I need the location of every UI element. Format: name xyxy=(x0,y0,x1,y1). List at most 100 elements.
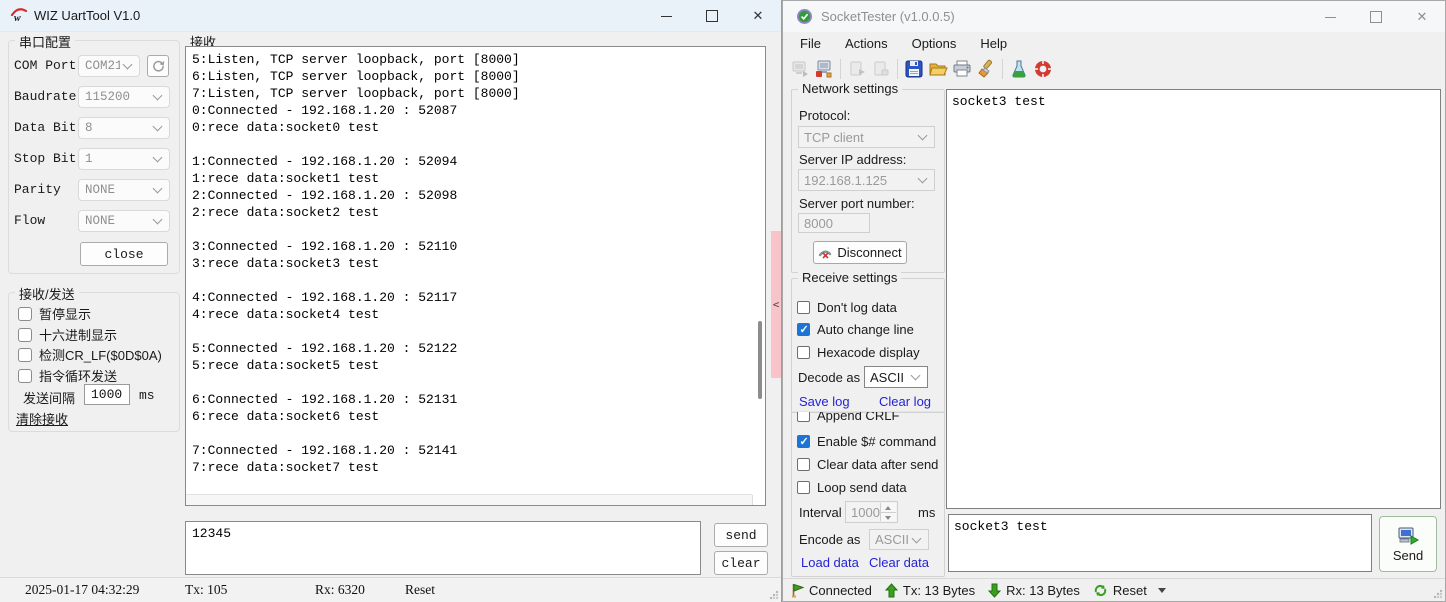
spin-up-icon[interactable] xyxy=(881,503,896,513)
loop-send-checkbox[interactable]: 指令循环发送 xyxy=(18,366,117,385)
horizontal-scrollbar[interactable] xyxy=(186,494,752,505)
close-button[interactable]: ✕ xyxy=(735,0,781,31)
refresh-ports-button[interactable] xyxy=(147,55,169,77)
resize-grip[interactable] xyxy=(769,590,779,600)
hexacode-display-checkbox[interactable]: Hexacode display xyxy=(797,345,920,360)
menu-options[interactable]: Options xyxy=(903,34,966,53)
minimize-button[interactable] xyxy=(643,0,689,31)
pause-display-checkbox[interactable]: 暂停显示 xyxy=(18,304,91,323)
close-port-button[interactable]: close xyxy=(80,242,168,266)
clear-button[interactable]: clear xyxy=(714,551,768,575)
checkbox-icon[interactable] xyxy=(18,307,32,321)
checkbox-label: Loop send data xyxy=(817,480,907,495)
right-titlebar[interactable]: SocketTester (v1.0.0.5) ✕ xyxy=(783,1,1445,32)
receive-log-area[interactable]: 5:Listen, TCP server loopback, port [800… xyxy=(185,46,766,506)
close-button[interactable]: ✕ xyxy=(1399,1,1445,32)
toolbar-separator xyxy=(1002,59,1003,79)
com-port-select[interactable]: COM21 xyxy=(78,55,140,77)
checkbox-label: Enable $# command xyxy=(817,434,936,449)
parity-select[interactable]: NONE xyxy=(78,179,170,201)
load-data-link[interactable]: Load data xyxy=(801,555,859,570)
disconnect-connection-button[interactable]: Disconnect xyxy=(813,241,907,264)
scrollbar-corner-divider xyxy=(752,495,753,505)
status-caret-down-icon[interactable] xyxy=(1158,588,1166,593)
dont-log-data-checkbox[interactable]: Don't log data xyxy=(797,300,897,315)
checkbox-icon[interactable] xyxy=(18,328,32,342)
socket-send-text: socket3 test xyxy=(949,515,1371,538)
vertical-scrollbar-thumb[interactable] xyxy=(758,321,762,399)
resize-grip[interactable] xyxy=(1433,589,1443,599)
left-statusbar: 2025-01-17 04:32:29 Tx: 105 Rx: 6320 Res… xyxy=(0,577,781,602)
detect-crlf-checkbox[interactable]: 检测CR_LF($0D$0A) xyxy=(18,345,162,364)
spin-down-icon[interactable] xyxy=(881,513,896,522)
protocol-select[interactable]: TCP client xyxy=(798,126,935,148)
clear-data-after-send-checkbox[interactable]: Clear data after send xyxy=(797,457,938,472)
disconnect-button-label: Disconnect xyxy=(837,245,901,260)
disconnect-button[interactable] xyxy=(812,57,836,81)
minimize-button[interactable] xyxy=(1307,1,1353,32)
maximize-button[interactable] xyxy=(689,0,735,31)
chevron-down-icon xyxy=(911,371,921,381)
chevron-down-icon xyxy=(123,60,133,70)
save-button[interactable] xyxy=(902,57,926,81)
interval-spinner[interactable]: 1000 xyxy=(845,501,898,523)
clear-log-button[interactable] xyxy=(974,57,998,81)
decode-as-select[interactable]: ASCII xyxy=(864,366,928,388)
left-titlebar[interactable]: w WIZ UartTool V1.0 ✕ xyxy=(0,0,781,32)
menu-file[interactable]: File xyxy=(791,34,830,53)
send-interval-input[interactable]: 1000 xyxy=(84,384,130,405)
socket-send-area[interactable]: socket3 test xyxy=(948,514,1372,572)
auto-change-line-checkbox[interactable]: Auto change line xyxy=(797,322,914,337)
send-button[interactable]: send xyxy=(714,523,768,547)
clear-log-link[interactable]: Clear log xyxy=(879,394,931,409)
hex-display-checkbox[interactable]: 十六进制显示 xyxy=(18,325,117,344)
append-crlf-checkbox[interactable]: Append CRLF xyxy=(797,412,937,423)
checkbox-icon[interactable] xyxy=(18,369,32,383)
maximize-button[interactable] xyxy=(1353,1,1399,32)
baudrate-select[interactable]: 115200 xyxy=(78,86,170,108)
spinner-arrows[interactable] xyxy=(880,503,896,521)
send-input-text: 12345 xyxy=(186,522,700,545)
checkbox-label: Auto change line xyxy=(817,322,914,337)
menu-help[interactable]: Help xyxy=(971,34,1016,53)
checkbox-icon[interactable] xyxy=(797,346,810,359)
maximize-icon xyxy=(706,10,718,22)
stop-bit-select[interactable]: 1 xyxy=(78,148,170,170)
checkbox-icon[interactable] xyxy=(797,458,810,471)
send-input-area[interactable]: 12345 xyxy=(185,521,701,575)
status-tx: Tx: 105 xyxy=(185,582,227,598)
status-reset[interactable]: Reset xyxy=(1113,583,1147,598)
download-data-button[interactable] xyxy=(869,57,893,81)
encode-as-select[interactable]: ASCII xyxy=(869,529,929,550)
enable-command-checkbox[interactable]: Enable $# command xyxy=(797,434,936,449)
open-button[interactable] xyxy=(926,57,950,81)
data-bit-select[interactable]: 8 xyxy=(78,117,170,139)
checkbox-icon[interactable] xyxy=(797,323,810,336)
test-button[interactable] xyxy=(1007,57,1031,81)
screen: w WIZ UartTool V1.0 ✕ 串口配置 COM Port COM2… xyxy=(0,0,1446,602)
server-ip-select[interactable]: 192.168.1.125 xyxy=(798,169,935,191)
socket-send-button[interactable]: Send xyxy=(1379,516,1437,572)
checkbox-icon[interactable] xyxy=(797,481,810,494)
upload-icon xyxy=(847,59,867,79)
clear-data-link[interactable]: Clear data xyxy=(869,555,929,570)
menu-actions[interactable]: Actions xyxy=(836,34,897,53)
right-statusbar: Connected Tx: 13 Bytes Rx: 13 Bytes Rese… xyxy=(783,578,1445,601)
checkbox-icon[interactable] xyxy=(18,348,32,362)
checkbox-icon[interactable] xyxy=(797,435,810,448)
checkbox-icon[interactable] xyxy=(797,412,810,422)
print-button[interactable] xyxy=(950,57,974,81)
loop-send-data-checkbox[interactable]: Loop send data xyxy=(797,480,907,495)
flow-select[interactable]: NONE xyxy=(78,210,170,232)
server-port-input[interactable]: 8000 xyxy=(798,213,870,233)
help-button[interactable] xyxy=(1031,57,1055,81)
checkbox-icon[interactable] xyxy=(797,301,810,314)
checkbox-label: Append CRLF xyxy=(817,412,899,423)
clear-receive-link[interactable]: 清除接收 xyxy=(16,409,68,428)
upload-data-button[interactable] xyxy=(845,57,869,81)
slide-out-panel-handle[interactable]: < xyxy=(771,231,781,378)
status-reset[interactable]: Reset xyxy=(405,582,435,598)
socket-receive-area[interactable]: socket3 test xyxy=(946,89,1441,509)
connect-button[interactable] xyxy=(788,57,812,81)
save-log-link[interactable]: Save log xyxy=(799,394,850,409)
